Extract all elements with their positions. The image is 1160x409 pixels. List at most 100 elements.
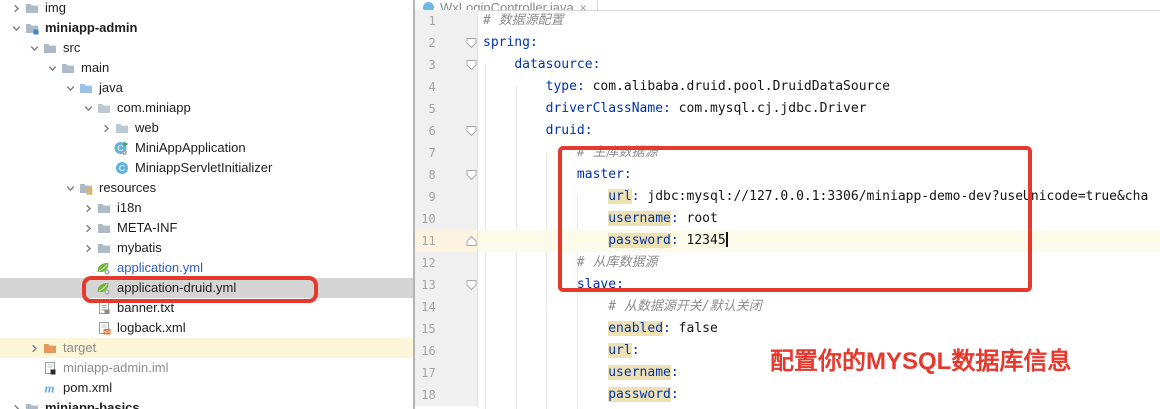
line-number: 5 xyxy=(415,102,436,116)
chevron-down-icon[interactable] xyxy=(26,41,42,55)
tree-item-src[interactable]: src xyxy=(0,38,413,58)
tree-item-label: web xyxy=(135,118,159,138)
editor-line-8[interactable]: 8 master: xyxy=(415,164,1160,186)
editor-line-10[interactable]: 10 username: root xyxy=(415,208,1160,230)
tree-item-label: META-INF xyxy=(117,218,177,238)
tree-item-label: logback.xml xyxy=(117,318,186,338)
chevron-right-icon[interactable] xyxy=(26,341,42,355)
folder-icon xyxy=(96,201,111,215)
line-text: master: xyxy=(478,164,632,186)
tree-item-application-druid-yml[interactable]: application-druid.yml xyxy=(0,278,413,298)
line-number: 7 xyxy=(415,146,436,160)
line-text: druid: xyxy=(478,120,593,142)
chevron-spacer xyxy=(26,381,42,395)
chevron-right-icon[interactable] xyxy=(8,401,24,409)
gutter: 13 xyxy=(415,274,478,296)
code-area[interactable]: 1# 数据源配置2spring:3 datasource:4 type: com… xyxy=(415,10,1160,409)
chevron-spacer xyxy=(98,141,114,155)
chevron-right-icon[interactable] xyxy=(80,241,96,255)
tree-item-label: application-druid.yml xyxy=(117,278,236,298)
chevron-right-icon[interactable] xyxy=(80,201,96,215)
tree-item-miniapp-admin[interactable]: miniapp-admin xyxy=(0,18,413,38)
tree-item-web[interactable]: web xyxy=(0,118,413,138)
gutter: 5 xyxy=(415,98,478,120)
editor-line-5[interactable]: 5 driverClassName: com.mysql.cj.jdbc.Dri… xyxy=(415,98,1160,120)
fold-toggle-icon[interactable] xyxy=(466,59,477,71)
fold-spacer xyxy=(466,367,477,379)
svg-text:C: C xyxy=(118,163,124,173)
line-text: # 数据源配置 xyxy=(478,10,564,32)
tree-item-miniappservletinitializer[interactable]: CMiniappServletInitializer xyxy=(0,158,413,178)
tree-item-mybatis[interactable]: mybatis xyxy=(0,238,413,258)
chevron-right-icon[interactable] xyxy=(98,121,114,135)
line-number: 18 xyxy=(415,388,436,402)
tree-item-miniapp-basics[interactable]: miniapp-basics xyxy=(0,398,413,409)
editor-line-1[interactable]: 1# 数据源配置 xyxy=(415,10,1160,32)
editor-line-11[interactable]: 11 password: 12345 xyxy=(415,230,1160,252)
line-number: 10 xyxy=(415,212,436,226)
chevron-right-icon[interactable] xyxy=(8,1,24,15)
tree-item-miniapp-admin-iml[interactable]: miniapp-admin.iml xyxy=(0,358,413,378)
fold-toggle-icon[interactable] xyxy=(466,125,477,137)
chevron-down-icon[interactable] xyxy=(8,21,24,35)
editor-line-18[interactable]: 18 password: xyxy=(415,384,1160,406)
gutter: 11 xyxy=(415,230,478,252)
line-number: 12 xyxy=(415,256,436,270)
line-number: 17 xyxy=(415,366,436,380)
line-text: # 从数据源开关/默认关闭 xyxy=(478,296,762,318)
tree-item-logback-xml[interactable]: <>logback.xml xyxy=(0,318,413,338)
editor-line-12[interactable]: 12 # 从库数据源 xyxy=(415,252,1160,274)
chevron-spacer xyxy=(80,281,96,295)
fold-toggle-icon[interactable] xyxy=(466,235,477,247)
line-number: 3 xyxy=(415,58,436,72)
editor-line-13[interactable]: 13 slave: xyxy=(415,274,1160,296)
tree-item-pom-xml[interactable]: mpom.xml xyxy=(0,378,413,398)
tree-item-meta-inf[interactable]: META-INF xyxy=(0,218,413,238)
line-text: # 主库数据源 xyxy=(478,142,658,164)
gutter: 8 xyxy=(415,164,478,186)
fold-toggle-icon[interactable] xyxy=(466,279,477,291)
editor-line-17[interactable]: 17 username: xyxy=(415,362,1160,384)
line-number: 11 xyxy=(415,234,436,248)
tree-item-main[interactable]: main xyxy=(0,58,413,78)
editor-line-2[interactable]: 2spring: xyxy=(415,32,1160,54)
tree-item-label: application.yml xyxy=(117,258,203,278)
editor-line-4[interactable]: 4 type: com.alibaba.druid.pool.DruidData… xyxy=(415,76,1160,98)
tree-item-label: miniapp-admin xyxy=(45,18,137,38)
gutter: 1 xyxy=(415,10,478,32)
editor-line-16[interactable]: 16 url: xyxy=(415,340,1160,362)
gutter: 3 xyxy=(415,54,478,76)
chevron-down-icon[interactable] xyxy=(62,181,78,195)
editor-line-14[interactable]: 14 # 从数据源开关/默认关闭 xyxy=(415,296,1160,318)
chevron-spacer xyxy=(80,301,96,315)
line-number: 9 xyxy=(415,190,436,204)
chevron-down-icon[interactable] xyxy=(80,101,96,115)
tree-item-java[interactable]: java xyxy=(0,78,413,98)
editor-line-7[interactable]: 7 # 主库数据源 xyxy=(415,142,1160,164)
editor-line-9[interactable]: 9 url: jdbc:mysql://127.0.0.1:3306/minia… xyxy=(415,186,1160,208)
chevron-down-icon[interactable] xyxy=(44,61,60,75)
tree-item-resources[interactable]: resources xyxy=(0,178,413,198)
line-text: datasource: xyxy=(478,54,600,76)
tree-item-application-yml[interactable]: application.yml xyxy=(0,258,413,278)
tree-item-target[interactable]: target xyxy=(0,338,413,358)
spring-file-icon xyxy=(96,261,111,275)
editor-line-6[interactable]: 6 druid: xyxy=(415,120,1160,142)
iml-file-icon xyxy=(42,361,57,375)
tree-item-label: miniapp-admin.iml xyxy=(63,358,168,378)
tree-item-i18n[interactable]: i18n xyxy=(0,198,413,218)
editor-line-3[interactable]: 3 datasource: xyxy=(415,54,1160,76)
tree-item-miniappapplication[interactable]: CMiniAppApplication xyxy=(0,138,413,158)
tree-item-banner-txt[interactable]: banner.txt xyxy=(0,298,413,318)
fold-toggle-icon[interactable] xyxy=(466,169,477,181)
editor-line-15[interactable]: 15 enabled: false xyxy=(415,318,1160,340)
gutter: 15 xyxy=(415,318,478,340)
line-number: 6 xyxy=(415,124,436,138)
tree-item-com-miniapp[interactable]: com.miniapp xyxy=(0,98,413,118)
chevron-right-icon[interactable] xyxy=(80,221,96,235)
chevron-down-icon[interactable] xyxy=(62,81,78,95)
text-caret xyxy=(726,232,728,247)
tree-item-img[interactable]: img xyxy=(0,0,413,18)
fold-toggle-icon[interactable] xyxy=(466,37,477,49)
line-text: enabled: false xyxy=(478,318,718,340)
